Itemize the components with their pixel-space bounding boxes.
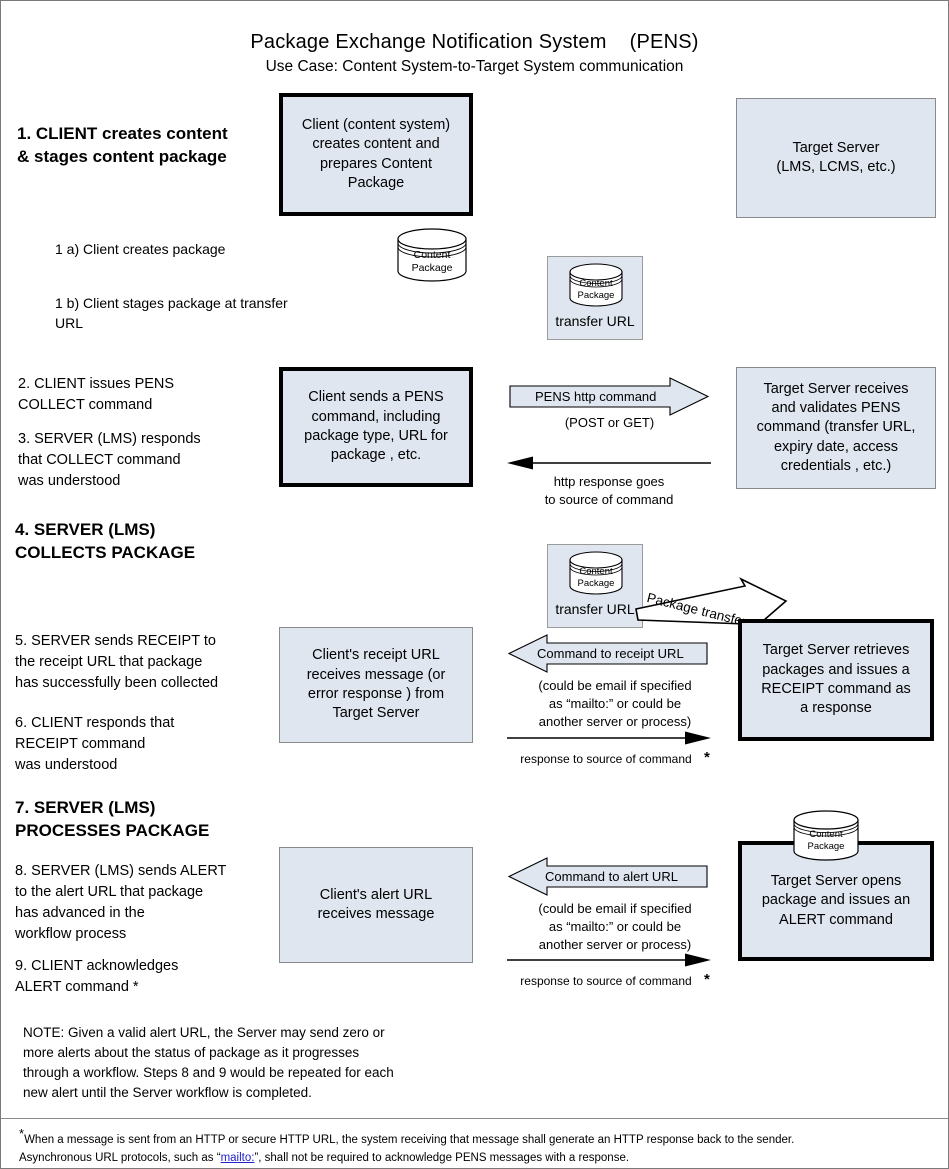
step-5-text: 5. SERVER sends RECEIPT to the receipt U… — [15, 633, 219, 692]
note-paragraph: NOTE: Given a valid alert URL, the Serve… — [23, 1025, 394, 1100]
footnote-block: *When a message is sent from an HTTP or … — [19, 1123, 936, 1168]
footnote-line-2-suffix: ”, shall not be required to acknowledge … — [254, 1152, 630, 1165]
server-box-retrieves-package: Target Server retrieves packages and iss… — [738, 619, 934, 741]
transfer-url-box-1: Content Package transfer URL — [547, 256, 643, 340]
response-to-source-arrow-2 — [507, 953, 711, 967]
step-2-text: 2. CLIENT issues PENS COLLECT command — [18, 376, 175, 414]
footnote-line-1-text: When a message is sent from an HTTP or s… — [24, 1133, 795, 1146]
step-3-text: 3. SERVER (LMS) responds that COLLECT co… — [18, 431, 201, 490]
client-box-create-content: Client (content system) creates content … — [279, 93, 473, 216]
pens-http-command-label: PENS http command — [535, 389, 657, 404]
page-subtitle: Use Case: Content System-to-Target Syste… — [265, 58, 684, 75]
footnote-line-2: Asynchronous URL protocols, such as “mai… — [19, 1149, 936, 1168]
phase-4-heading: 4. SERVER (LMS) COLLECTS PACKAGE — [15, 520, 196, 562]
server-box-target-server: Target Server (LMS, LCMS, etc.) — [736, 98, 936, 218]
response-to-source-arrow-1 — [507, 731, 711, 745]
server-box-validates-command: Target Server receives and validates PEN… — [736, 367, 936, 489]
client-box-receipt-url: Client's receipt URL receives message (o… — [279, 627, 473, 743]
page-title: Package Exchange Notification System (PE… — [250, 31, 699, 53]
command-to-alert-url-sublabel: (could be email if specified as “mailto:… — [538, 901, 692, 952]
client-box-sends-pens-command: Client sends a PENS command, including p… — [279, 367, 473, 487]
content-package-cylinder-3: Content Package — [568, 550, 624, 596]
http-response-sublabel: http response goes to source of command — [544, 474, 674, 507]
step-9-text: 9. CLIENT acknowledges ALERT command * — [15, 958, 179, 996]
http-response-arrow — [507, 456, 711, 470]
transfer-url-label-1: transfer URL — [555, 313, 635, 329]
phase-1-heading: 1. CLIENT creates content & stages conte… — [17, 124, 228, 166]
footnote-line-2-prefix: Asynchronous URL protocols, such as “ — [19, 1152, 221, 1165]
diagram-canvas: Package Exchange Notification System (PE… — [0, 0, 949, 1169]
footnote-divider — [1, 1118, 948, 1119]
step-1b-text: 1 b) Client stages package at transfer U… — [55, 295, 288, 332]
transfer-url-label-2: transfer URL — [555, 601, 635, 617]
command-to-alert-url-label: Command to alert URL — [545, 869, 678, 884]
response-to-source-label-1: response to source of command — [520, 752, 692, 766]
step-1a-text: 1 a) Client creates package — [55, 241, 226, 257]
transfer-url-box-2: Content Package transfer URL — [547, 544, 643, 628]
pens-http-command-sublabel: (POST or GET) — [564, 415, 655, 430]
phase-7-heading: 7. SERVER (LMS) PROCESSES PACKAGE — [15, 798, 210, 840]
mailto-link[interactable]: mailto: — [221, 1152, 255, 1164]
content-package-cylinder-2: Content Package — [568, 262, 624, 308]
footnote-line-1: *When a message is sent from an HTTP or … — [19, 1123, 936, 1149]
step-8-text: 8. SERVER (LMS) sends ALERT to the alert… — [15, 863, 227, 943]
content-package-cylinder-1: Content Package — [396, 227, 468, 283]
response-to-source-label-2: response to source of command — [520, 974, 692, 988]
command-to-receipt-url-label: Command to receipt URL — [537, 646, 684, 661]
content-package-cylinder-4: Content Package — [792, 809, 860, 863]
asterisk-marker-2: * — [704, 971, 710, 988]
client-box-alert-url: Client's alert URL receives message — [279, 847, 473, 963]
command-to-receipt-url-sublabel: (could be email if specified as “mailto:… — [538, 678, 692, 729]
step-6-text: 6. CLIENT responds that RECEIPT command … — [15, 715, 175, 774]
asterisk-marker-1: * — [704, 749, 710, 766]
